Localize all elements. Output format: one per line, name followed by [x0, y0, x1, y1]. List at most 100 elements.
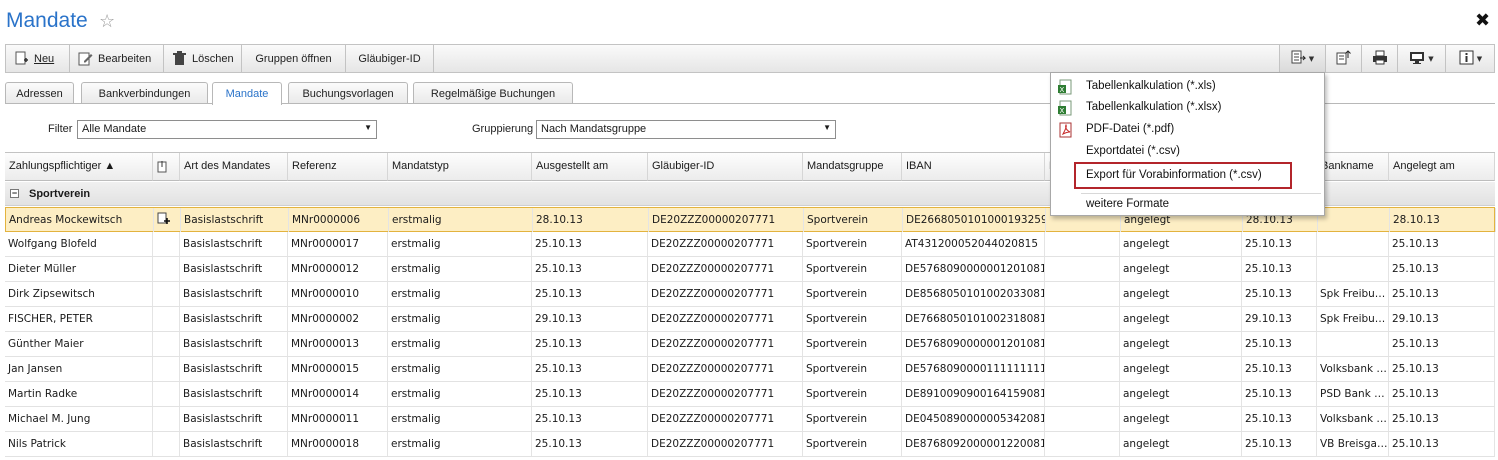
trash-icon	[172, 51, 187, 66]
cell-zahlungspflichtiger: Martin Radke	[5, 382, 153, 406]
column-header-bankname[interactable]: Bankname	[1317, 153, 1389, 181]
cell-glaeubiger-id: DE20ZZZ00000207771	[648, 357, 803, 381]
table-row[interactable]: Dieter Müller Basislastschrift MNr0000012 e…	[5, 257, 1495, 282]
cell-art-des-mandates: Basislastschrift	[180, 307, 288, 331]
creditor-id-button[interactable]: Gläubiger-ID	[346, 45, 434, 72]
cell-mandatstyp: erstmalig	[388, 232, 532, 256]
info-dropdown-button[interactable]: ▼	[1445, 45, 1495, 72]
cell-angelegt-am: 25.10.13	[1389, 332, 1495, 356]
new-button[interactable]: Neu	[6, 45, 70, 72]
table-row[interactable]: Wolfgang Blofeld Basislastschrift MNr00000…	[5, 232, 1495, 257]
menu-item-csv[interactable]: Exportdatei (*.csv)	[1051, 141, 1324, 162]
column-header-label: Art des Mandates	[184, 160, 271, 172]
cell-status: angelegt	[1120, 407, 1242, 431]
cell-mandatsgruppe: Sportverein	[803, 282, 902, 306]
cell-mandatsgruppe: Sportverein	[804, 208, 903, 232]
excel-icon: X	[1058, 100, 1074, 116]
cell-datum: 25.10.13	[1242, 382, 1317, 406]
column-header-art-des-mandates[interactable]: Art des Mandates	[180, 153, 288, 181]
cell-attachment	[153, 382, 180, 406]
cell-bankname: Volksbank …	[1317, 357, 1389, 381]
cell-status: angelegt	[1120, 357, 1242, 381]
cell-mandatstyp: erstmalig	[388, 257, 532, 281]
cell-mandatstyp: erstmalig	[388, 307, 532, 331]
close-icon[interactable]: ✖	[1475, 10, 1490, 31]
cell-zahlungspflichtiger: Andreas Mockewitsch	[6, 208, 154, 232]
column-header-mandatsgruppe[interactable]: Mandatsgruppe	[803, 153, 902, 181]
open-groups-label: Gruppen öffnen	[255, 52, 332, 65]
cell-ausgestellt-am: 25.10.13	[532, 432, 648, 456]
table-row[interactable]: Martin Radke Basislastschrift MNr0000014 er…	[5, 382, 1495, 407]
filter-select[interactable]: Alle Mandate ▼	[77, 120, 377, 139]
cell-art-des-mandates: Basislastschrift	[180, 407, 288, 431]
column-header-angelegt-am[interactable]: Angelegt am	[1389, 153, 1495, 181]
cell-attachment	[153, 432, 180, 456]
cell-bankname	[1317, 332, 1389, 356]
print-button[interactable]	[1361, 45, 1397, 72]
column-header-ausgestellt-am[interactable]: Ausgestellt am	[532, 153, 648, 181]
cell-mandatstyp: erstmalig	[388, 382, 532, 406]
attachment-icon	[157, 161, 168, 176]
table-row[interactable]: Günther Maier Basislastschrift MNr0000013 e…	[5, 332, 1495, 357]
column-header-attachment[interactable]	[153, 153, 180, 181]
delete-button[interactable]: Löschen	[164, 45, 242, 72]
tab-regelmaessige-buchungen[interactable]: Regelmäßige Buchungen	[413, 82, 573, 104]
menu-item-prenotification-csv[interactable]: Export für Vorabinformation (*.csv)	[1074, 162, 1292, 189]
export-menu: X Tabellenkalkulation (*.xls) X Tabellen…	[1050, 72, 1325, 216]
cell-status: angelegt	[1120, 382, 1242, 406]
open-groups-button[interactable]: Gruppen öffnen	[242, 45, 346, 72]
cell-referenz: MNr0000015	[288, 357, 388, 381]
menu-item-xls[interactable]: X Tabellenkalkulation (*.xls)	[1051, 76, 1324, 97]
table-row[interactable]: Michael M. Jung Basislastschrift MNr000001…	[5, 407, 1495, 432]
cell-glaeubiger-id: DE20ZZZ00000207771	[648, 307, 803, 331]
cell-bankname	[1317, 257, 1389, 281]
cell-bankname: VB Breisga…	[1317, 432, 1389, 456]
collapse-icon[interactable]: −	[10, 189, 19, 198]
tab-buchungsvorlagen[interactable]: Buchungsvorlagen	[288, 82, 408, 104]
cell-referenz: MNr0000006	[289, 208, 389, 232]
favorite-star-icon[interactable]: ☆	[99, 11, 115, 32]
edit-button[interactable]: Bearbeiten	[70, 45, 164, 72]
export-dropdown-button[interactable]: ▼	[1279, 45, 1325, 72]
column-header-label: Mandatsgruppe	[807, 160, 884, 172]
table-row[interactable]: Jan Jansen Basislastschrift MNr0000015 erst…	[5, 357, 1495, 382]
edit-label: Bearbeiten	[98, 52, 152, 65]
column-header-mandatstyp[interactable]: Mandatstyp	[388, 153, 532, 181]
cell-status: angelegt	[1120, 332, 1242, 356]
tab-bankverbindungen[interactable]: Bankverbindungen	[81, 82, 208, 104]
column-header-iban[interactable]: IBAN	[902, 153, 1045, 181]
chevron-down-icon: ▼	[1476, 54, 1483, 63]
cell-zahlungspflichtiger: Günther Maier	[5, 332, 153, 356]
cell-referenz: MNr0000017	[288, 232, 388, 256]
cell-iban: DE89100909001641590815	[902, 382, 1045, 406]
cell-angelegt-am: 28.10.13	[1390, 208, 1496, 232]
cell-ausgestellt-am: 25.10.13	[532, 332, 648, 356]
cell-mandatsgruppe: Sportverein	[803, 307, 902, 331]
cell-bic	[1045, 357, 1120, 381]
tab-adressen[interactable]: Adressen	[5, 82, 74, 104]
display-dropdown-button[interactable]: ▼	[1397, 45, 1445, 72]
menu-item-more-formats[interactable]: weitere Formate	[1051, 194, 1324, 215]
cell-referenz: MNr0000012	[288, 257, 388, 281]
tab-mandate[interactable]: Mandate	[212, 82, 282, 105]
menu-item-xlsx[interactable]: X Tabellenkalkulation (*.xlsx)	[1051, 97, 1324, 118]
column-header-label: Angelegt am	[1393, 160, 1455, 172]
cell-glaeubiger-id: DE20ZZZ00000207771	[648, 407, 803, 431]
cell-mandatstyp: erstmalig	[388, 432, 532, 456]
table-row[interactable]: Nils Patrick Basislastschrift MNr0000018 er…	[5, 432, 1495, 457]
cell-iban: DE26680501010001932593	[903, 208, 1046, 232]
publish-button[interactable]	[1325, 45, 1361, 72]
cell-iban: AT431200052044020815	[902, 232, 1045, 256]
menu-item-label: Tabellenkalkulation (*.xls)	[1086, 80, 1216, 92]
table-row[interactable]: FISCHER, PETER Basislastschrift MNr0000002…	[5, 307, 1495, 332]
column-header-glaeubiger-id[interactable]: Gläubiger-ID	[648, 153, 803, 181]
cell-bic	[1045, 382, 1120, 406]
table-row[interactable]: Dirk Zipsewitsch Basislastschrift MNr00000…	[5, 282, 1495, 307]
column-header-label: Referenz	[292, 160, 337, 172]
grouping-select[interactable]: Nach Mandatsgruppe ▼	[536, 120, 836, 139]
menu-item-pdf[interactable]: PDF-Datei (*.pdf)	[1051, 119, 1324, 140]
cell-bic	[1045, 257, 1120, 281]
column-header-zahlungspflichtiger[interactable]: Zahlungspflichtiger ▲	[5, 153, 153, 181]
column-header-referenz[interactable]: Referenz	[288, 153, 388, 181]
column-header-label: Zahlungspflichtiger ▲	[9, 160, 116, 172]
